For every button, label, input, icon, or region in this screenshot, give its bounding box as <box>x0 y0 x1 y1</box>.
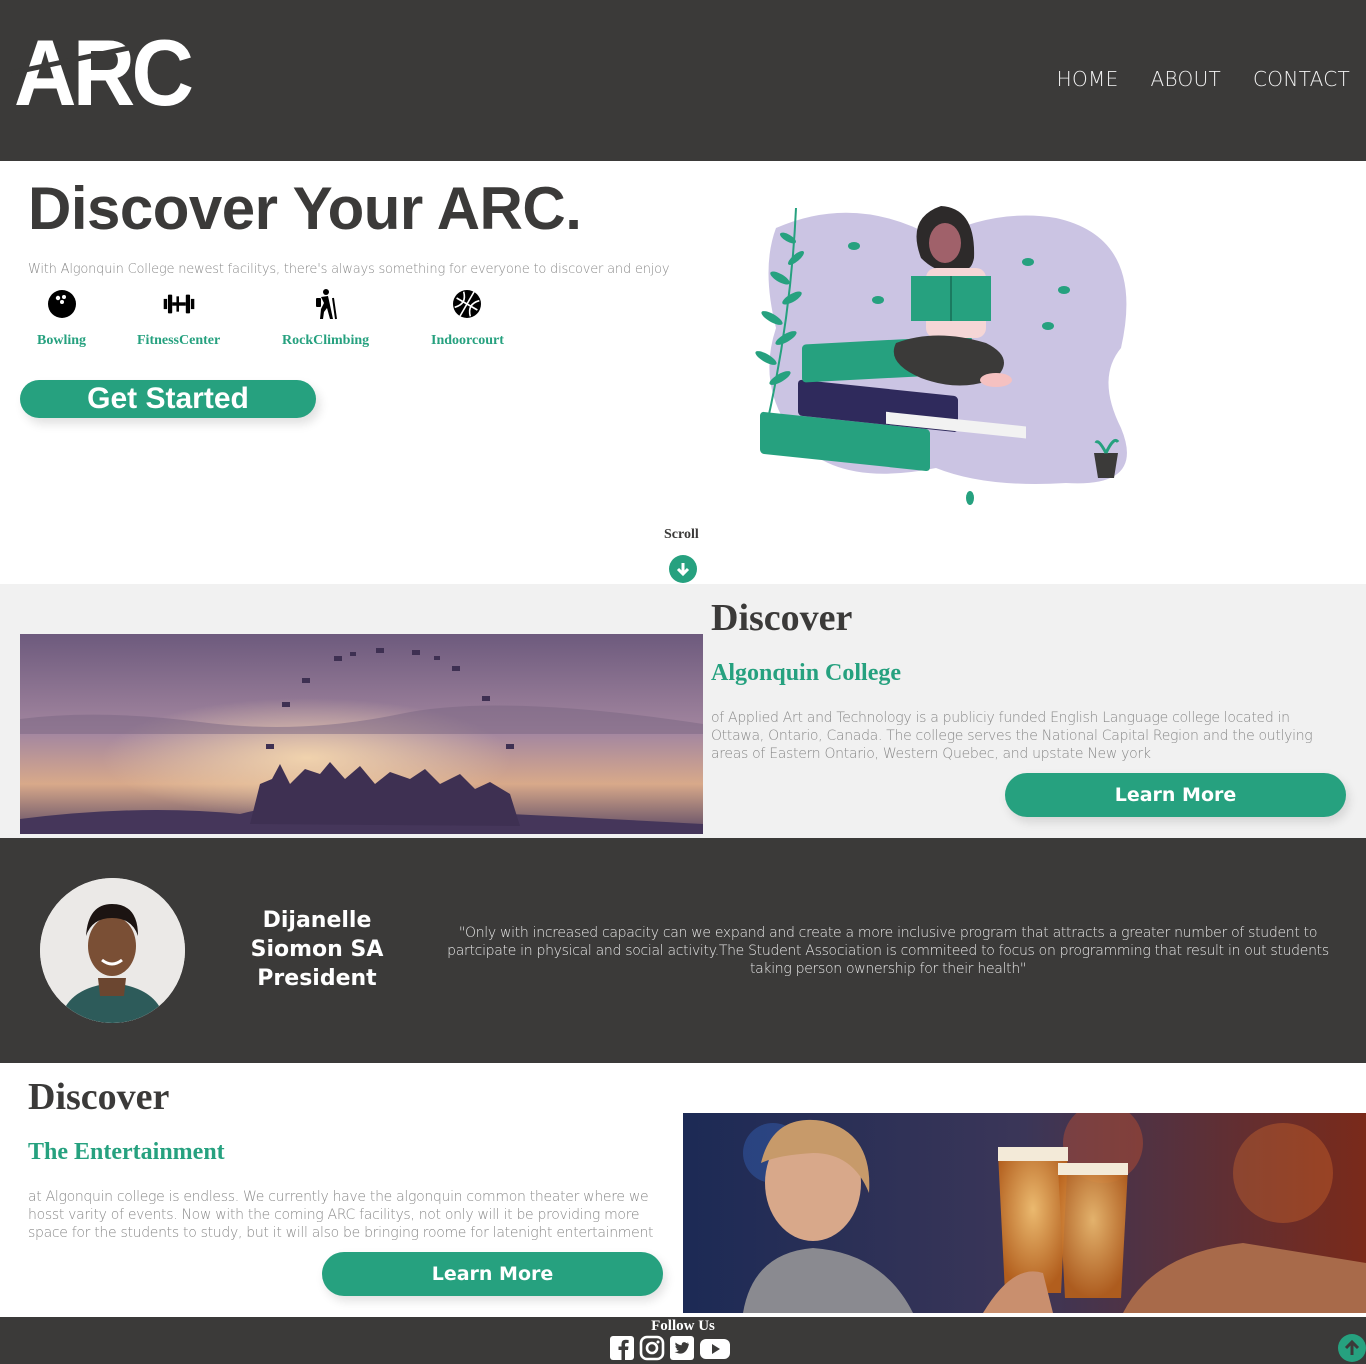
hero-subtitle: With Algonquin College newest facilitys,… <box>28 262 670 277</box>
graduation-photo <box>20 634 703 834</box>
entertainment-heading: Discover <box>28 1076 170 1118</box>
college-heading: Discover <box>711 597 853 639</box>
back-to-top-button[interactable] <box>1338 1334 1366 1362</box>
dumbbell-icon <box>162 287 196 321</box>
arrow-down-icon <box>676 563 690 577</box>
college-subheading: Algonquin College <box>711 660 902 686</box>
instagram-icon[interactable] <box>639 1335 665 1361</box>
entertainment-subheading: The Entertainment <box>28 1139 225 1165</box>
scroll-label: Scroll <box>664 527 699 542</box>
facility-fitness[interactable]: FitnessCenter <box>137 287 220 349</box>
get-started-button[interactable]: Get Started <box>20 380 316 418</box>
president-avatar <box>40 878 185 1023</box>
facility-indoorcourt[interactable]: Indoorcourt <box>431 287 504 349</box>
entertainment-photo <box>683 1113 1366 1313</box>
site-footer: Follow Us <box>0 1317 1366 1364</box>
president-quote: "Only with increased capacity can we exp… <box>447 925 1329 977</box>
reading-illustration <box>736 198 1146 518</box>
president-section: Dijanelle Siomon SA President "Only with… <box>0 838 1366 1063</box>
scroll-down-button[interactable] <box>669 555 697 583</box>
follow-us-label: Follow Us <box>651 1318 715 1334</box>
president-name: Dijanelle Siomon SA President <box>250 908 384 991</box>
nav-home[interactable]: HOME <box>1057 67 1119 91</box>
hero-title: Discover Your ARC. <box>28 175 582 242</box>
bowling-ball-icon <box>45 287 79 321</box>
college-text: of Applied Art and Technology is a publi… <box>711 710 1313 762</box>
facility-label: Indoorcourt <box>431 333 504 348</box>
entertainment-learn-more-button[interactable]: Learn More <box>322 1252 663 1296</box>
facility-climbing[interactable]: RockClimbing <box>282 287 369 349</box>
hiker-icon <box>309 287 343 321</box>
arrow-up-icon <box>1344 1339 1360 1355</box>
nav-contact[interactable]: CONTACT <box>1253 67 1350 91</box>
facebook-icon[interactable] <box>609 1335 635 1361</box>
nav-about[interactable]: ABOUT <box>1151 67 1222 91</box>
facility-label: FitnessCenter <box>137 333 221 348</box>
facility-label: Bowling <box>37 333 87 348</box>
entertainment-text: at Algonquin college is endless. We curr… <box>28 1189 654 1241</box>
college-learn-more-button[interactable]: Learn More <box>1005 773 1346 817</box>
twitter-icon[interactable] <box>669 1335 695 1361</box>
youtube-icon[interactable] <box>699 1335 730 1361</box>
site-header: ARC HOME ABOUT CONTACT <box>0 0 1366 161</box>
main-nav: HOME ABOUT CONTACT <box>1057 67 1350 91</box>
social-links <box>609 1335 730 1361</box>
facility-bowling[interactable]: Bowling <box>37 287 86 349</box>
arc-logo[interactable]: ARC <box>14 26 194 120</box>
facility-label: RockClimbing <box>282 333 370 348</box>
basketball-icon <box>450 287 484 321</box>
